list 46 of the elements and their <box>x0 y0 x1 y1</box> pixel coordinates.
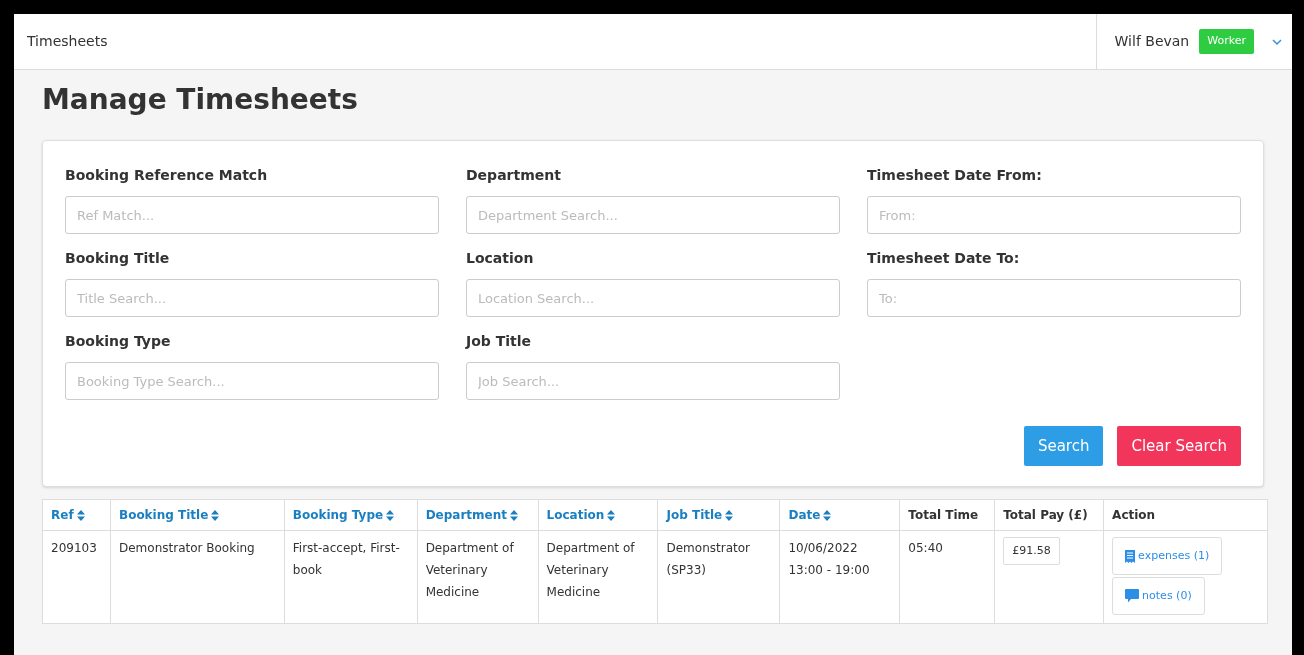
input-field[interactable]: From: <box>867 196 1241 234</box>
speech-bubble-icon <box>1125 589 1140 603</box>
notes-button[interactable]: notes (0) <box>1112 577 1205 615</box>
page-title: Manage Timesheets <box>42 82 359 118</box>
input-field[interactable]: Title Search... <box>65 279 439 317</box>
sort-icon[interactable] <box>76 509 85 521</box>
pay-amount: £91.58 <box>1003 537 1060 565</box>
field-label: Timesheet Date To: <box>867 249 1021 268</box>
table-cell-text: 13:00 - 19:00 <box>788 562 871 579</box>
field-label: Booking Type <box>65 332 172 351</box>
app-title: Timesheets <box>26 32 109 51</box>
receipt-icon <box>1125 549 1136 563</box>
expenses-button[interactable]: expenses (1) <box>1112 537 1223 575</box>
table-cell-text: First-accept, First-book <box>292 540 401 579</box>
field-label: Location <box>466 249 535 268</box>
input-field[interactable]: Ref Match... <box>65 196 439 234</box>
field-label: Timesheet Date From: <box>867 166 1043 185</box>
sort-icon[interactable] <box>510 509 518 521</box>
table-cell-text: Department of Veterinary Medicine <box>546 540 636 601</box>
field-label: Job Title <box>466 332 533 351</box>
field-label: Booking Title <box>65 249 171 268</box>
column-header: Total Time <box>908 507 979 524</box>
input-field[interactable]: Job Search... <box>466 362 840 400</box>
table-cell-text: Department of Veterinary Medicine <box>425 540 515 601</box>
sort-icon[interactable] <box>823 509 832 521</box>
clear-button[interactable]: Clear Search <box>1117 426 1241 466</box>
table-cell-text: 05:40 <box>908 540 944 557</box>
sort-icon[interactable] <box>607 509 616 521</box>
input-field[interactable]: Booking Type Search... <box>65 362 439 400</box>
search-button[interactable]: Search <box>1023 426 1104 466</box>
table-cell-text: Demonstrator (SP33) <box>666 540 751 579</box>
column-header: Action <box>1112 507 1156 524</box>
field-label: Booking Reference Match <box>65 166 269 185</box>
input-field[interactable]: Department Search... <box>466 196 840 234</box>
input-field[interactable]: Location Search... <box>466 279 840 317</box>
table-cell-text: 209103 <box>51 540 98 557</box>
sort-icon[interactable] <box>211 509 220 521</box>
table-cell-text: 10/06/2022 <box>788 540 859 557</box>
role-badge: Worker <box>1199 29 1254 54</box>
sort-icon[interactable] <box>725 509 734 521</box>
input-field[interactable]: To: <box>867 279 1241 317</box>
field-label: Department <box>466 166 562 185</box>
sort-icon[interactable] <box>386 509 395 521</box>
table-cell-text: Demonstrator Booking <box>119 540 256 557</box>
user-name: Wilf Bevan <box>1114 32 1190 51</box>
column-header: Total Pay (£) <box>1003 507 1088 524</box>
